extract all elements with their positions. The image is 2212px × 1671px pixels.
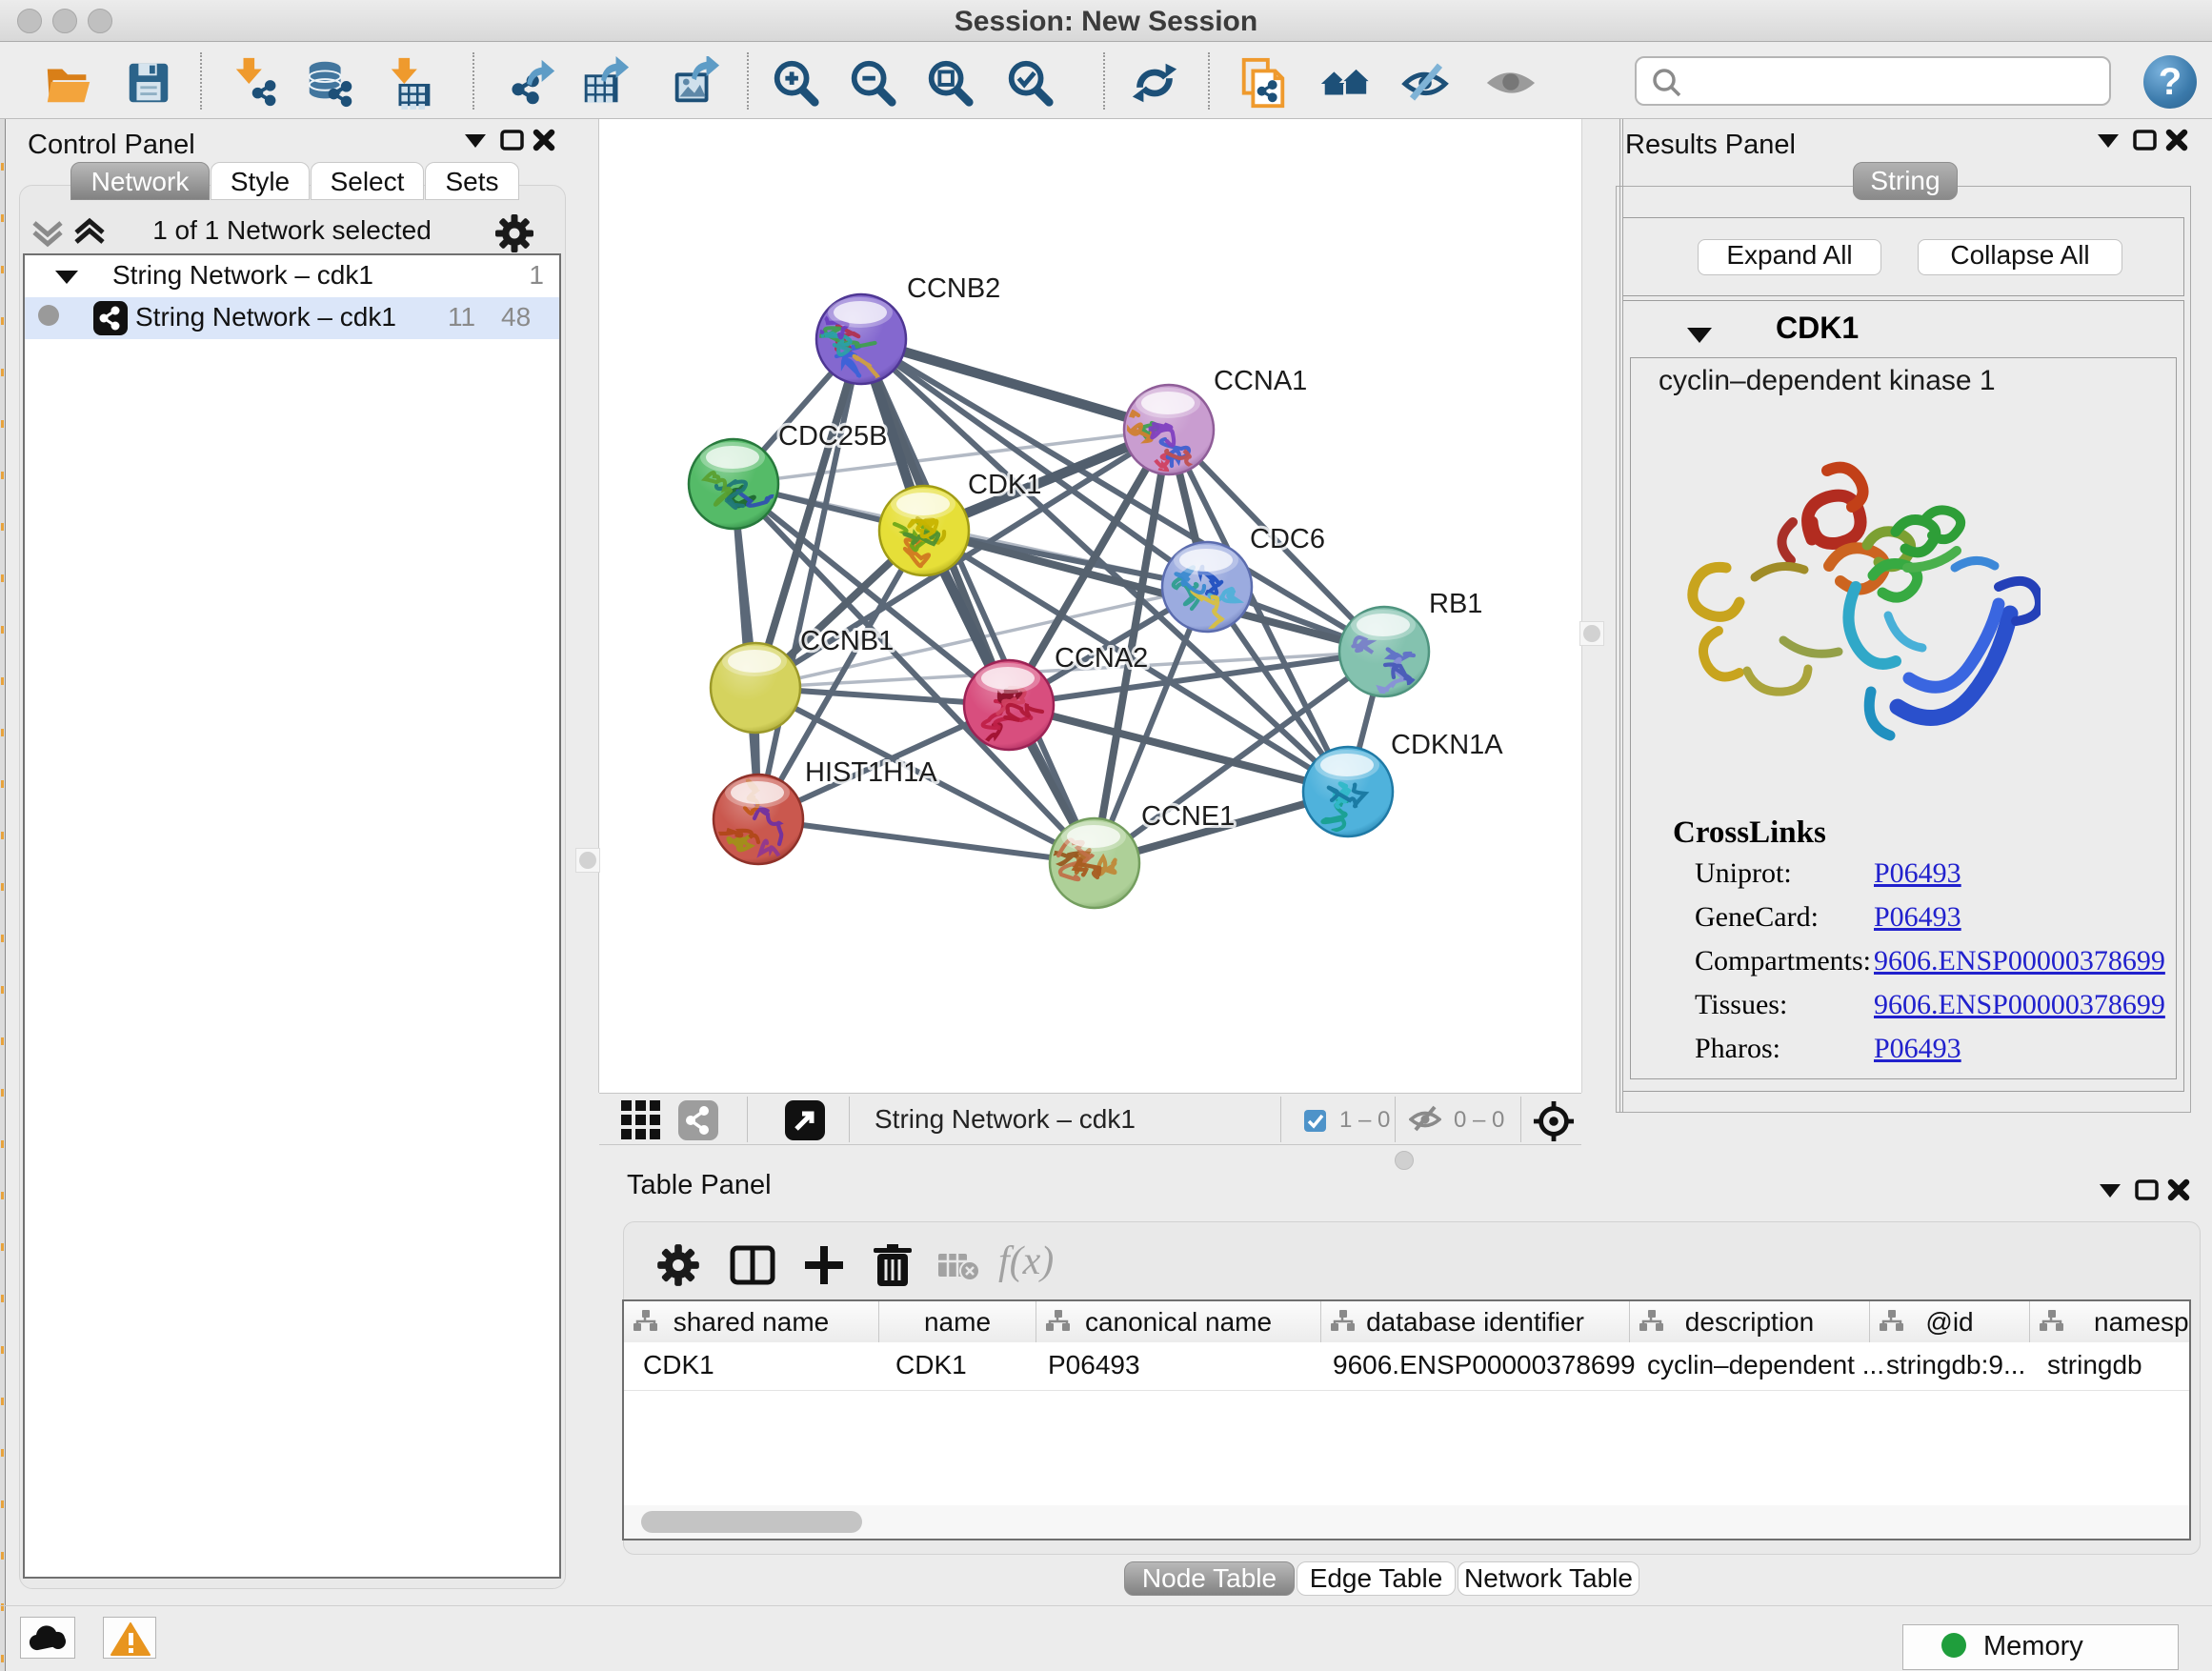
svg-text:CDC25B: CDC25B (778, 421, 887, 452)
svg-text:CCNB2: CCNB2 (907, 273, 1000, 304)
svg-text:CCNE1: CCNE1 (1141, 801, 1235, 832)
svg-text:RB1: RB1 (1429, 589, 1482, 619)
svg-text:CCNA1: CCNA1 (1214, 366, 1307, 396)
svg-text:CCNB1: CCNB1 (800, 626, 894, 656)
svg-text:CDK1: CDK1 (968, 470, 1041, 500)
svg-text:CCNA2: CCNA2 (1055, 643, 1148, 674)
svg-text:HIST1H1A: HIST1H1A (805, 757, 937, 788)
svg-text:CDC6: CDC6 (1250, 524, 1325, 554)
svg-text:CDKN1A: CDKN1A (1391, 730, 1503, 760)
